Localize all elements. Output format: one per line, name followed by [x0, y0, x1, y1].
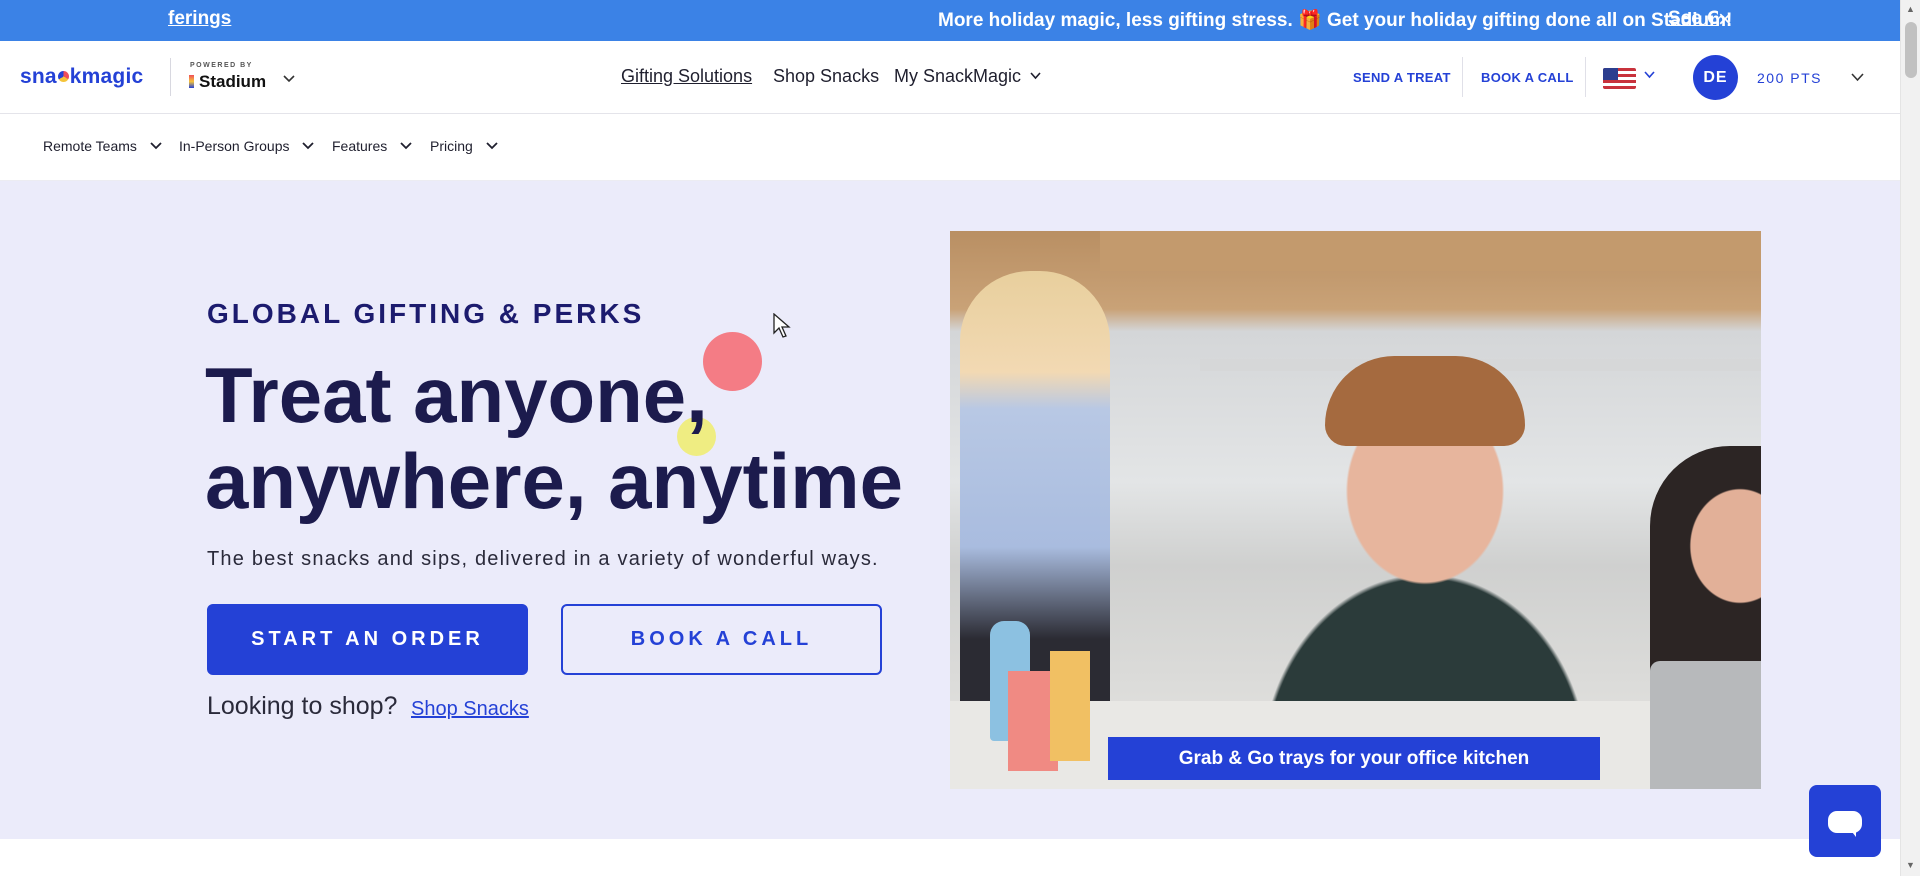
chat-bubble-icon: [1828, 811, 1862, 833]
hero-headline: Treat anyone, anywhere, anytime: [205, 352, 903, 524]
close-icon[interactable]: ×: [1718, 6, 1732, 34]
nav-divider: [1585, 57, 1586, 97]
hero-section: GLOBAL GIFTING & PERKS Treat anyone, any…: [0, 181, 1900, 839]
hero-headline-line1: Treat anyone,: [205, 351, 708, 439]
hero-photo: Grab & Go trays for your office kitchen: [950, 231, 1761, 789]
scrollbar-thumb[interactable]: [1905, 22, 1917, 78]
secondary-nav: Remote Teams In-Person Groups Features P…: [0, 114, 1900, 181]
scroll-down-arrow-icon[interactable]: ▼: [1906, 860, 1915, 870]
chevron-down-icon[interactable]: [283, 72, 295, 86]
logo-dot-icon: [57, 71, 69, 82]
book-a-call-button[interactable]: BOOK A CALL: [561, 604, 882, 675]
nav-shop-snacks[interactable]: Shop Snacks: [773, 66, 879, 87]
user-avatar[interactable]: DE: [1693, 55, 1738, 100]
flag-canton: [1603, 68, 1618, 80]
chat-widget-button[interactable]: [1809, 785, 1881, 857]
page-scrollbar[interactable]: ▲ ▼: [1900, 0, 1920, 876]
photo-caption: Grab & Go trays for your office kitchen: [1108, 737, 1600, 780]
nav-gifting-solutions[interactable]: Gifting Solutions: [621, 66, 752, 87]
shop-question: Looking to shop?: [207, 692, 398, 720]
chevron-down-icon: [486, 142, 498, 150]
stadium-brand[interactable]: Stadium: [189, 72, 266, 92]
logo-text-prefix: sna: [20, 65, 57, 88]
chevron-down-icon: [400, 142, 412, 150]
announcement-fragment-link[interactable]: ferings: [168, 8, 231, 30]
photo-snack-box: [1050, 651, 1090, 761]
hero-headline-line2: anywhere, anytime: [205, 437, 903, 525]
shop-snacks-link[interactable]: Shop Snacks: [411, 698, 529, 721]
logo-text-suffix: kmagic: [69, 65, 144, 88]
subnav-item-label: Features: [332, 138, 388, 154]
subnav-item-in-person-groups[interactable]: In-Person Groups: [179, 138, 315, 154]
announcement-bar: ferings More holiday magic, less gifting…: [0, 0, 1900, 41]
snackmagic-logo[interactable]: sna kmagic: [20, 65, 143, 89]
chevron-down-icon[interactable]: [1644, 70, 1655, 82]
photo-person-hair: [1325, 356, 1525, 446]
subnav-item-features[interactable]: Features: [332, 138, 412, 154]
logo-divider: [170, 58, 171, 96]
chevron-down-icon[interactable]: [1851, 70, 1864, 85]
hero-subtext: The best snacks and sips, delivered in a…: [207, 548, 879, 570]
send-a-treat-link[interactable]: SEND A TREAT: [1353, 70, 1451, 85]
chevron-down-icon: [150, 142, 162, 150]
nav-my-snackmagic-label: My SnackMagic: [894, 66, 1022, 86]
nav-divider: [1462, 57, 1463, 97]
chat-bubble-tail: [1849, 828, 1856, 837]
photo-cabinets: [1100, 231, 1761, 271]
subnav-item-label: Remote Teams: [43, 138, 137, 154]
subnav-item-label: Pricing: [430, 138, 473, 154]
header-book-a-call-link[interactable]: BOOK A CALL: [1481, 70, 1574, 85]
powered-by-label: POWERED BY: [190, 62, 253, 69]
us-flag-icon[interactable]: [1603, 68, 1636, 89]
stadium-mark-icon: [189, 75, 194, 88]
announcement-message: More holiday magic, less gifting stress.…: [938, 10, 1733, 31]
stadium-label: Stadium: [199, 72, 267, 91]
points-balance[interactable]: 200 PTS: [1757, 70, 1822, 86]
start-an-order-button[interactable]: START AN ORDER: [207, 604, 528, 675]
subnav-item-label: In-Person Groups: [179, 138, 290, 154]
scroll-up-arrow-icon[interactable]: ▲: [1906, 4, 1915, 14]
chevron-down-icon: [1030, 72, 1041, 80]
site-header: sna kmagic POWERED BY Stadium Gifting Sol…: [0, 41, 1900, 114]
hero-eyebrow: GLOBAL GIFTING & PERKS: [207, 298, 645, 329]
subnav-item-remote-teams[interactable]: Remote Teams: [43, 138, 162, 154]
photo-laptop: [1650, 661, 1761, 789]
subnav-item-pricing[interactable]: Pricing: [430, 138, 498, 154]
nav-my-snackmagic[interactable]: My SnackMagic: [894, 66, 1041, 87]
chevron-down-icon: [302, 142, 315, 150]
announcement-see-link[interactable]: See O: [1668, 8, 1718, 30]
